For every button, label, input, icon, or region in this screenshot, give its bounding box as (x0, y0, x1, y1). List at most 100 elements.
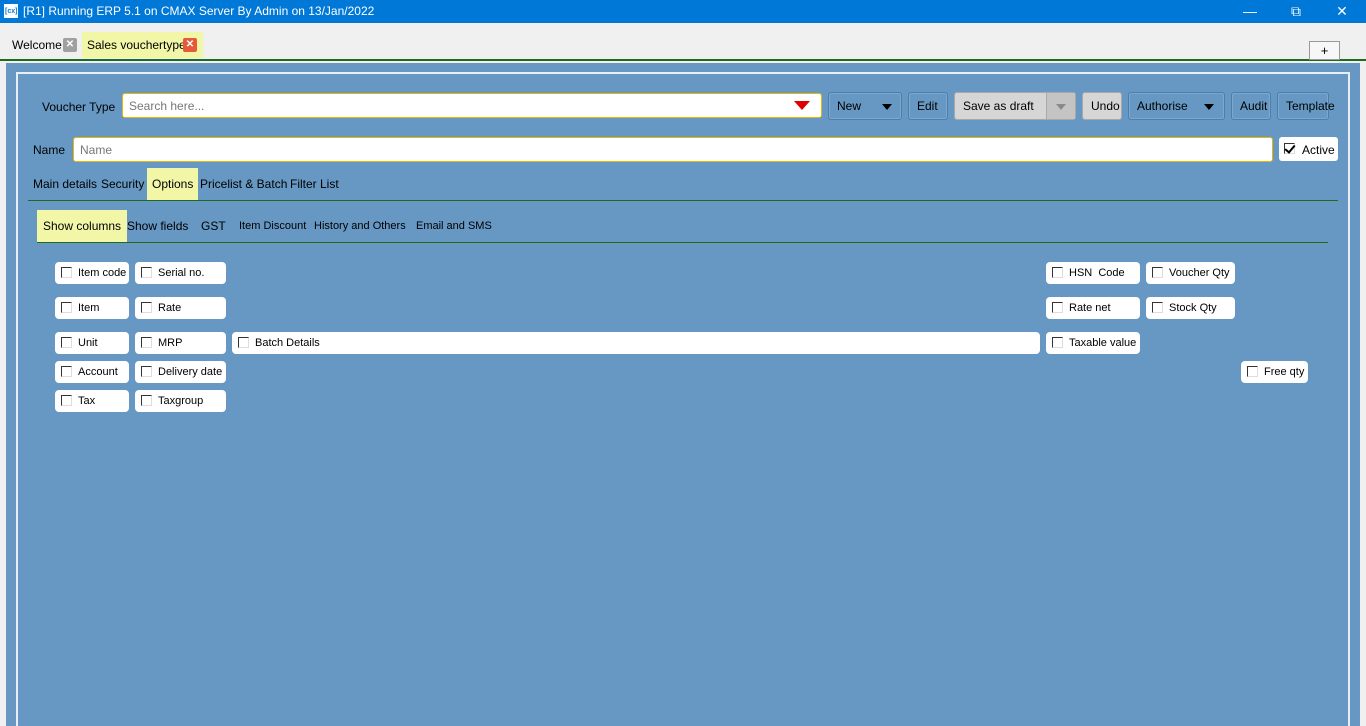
save-options-dropdown[interactable] (1046, 93, 1075, 119)
save-as-draft-label: Save as draft (963, 99, 1034, 113)
subtab-show-fields[interactable]: Show fields (122, 210, 193, 242)
column-item-label: Item (78, 302, 100, 314)
column-tax-label: Tax (78, 395, 96, 407)
column-item[interactable]: Item (55, 297, 129, 319)
column-account[interactable]: Account (55, 361, 129, 383)
undo-button-label: Undo (1091, 99, 1120, 113)
column-account-checkbox[interactable] (61, 366, 72, 377)
subtab-gst[interactable]: GST (196, 210, 231, 242)
chevron-down-icon (1056, 104, 1066, 110)
column-taxable-value[interactable]: Taxable value (1046, 332, 1140, 354)
column-hsn-code[interactable]: HSN Code (1046, 262, 1140, 284)
app-icon: [cx] (4, 4, 18, 18)
column-free-qty-label: Free qty (1264, 366, 1305, 378)
column-batch-details[interactable]: Batch Details (232, 332, 1040, 354)
tab-sales-vouchertype-label: Sales vouchertype (87, 38, 186, 52)
column-rate[interactable]: Rate (135, 297, 226, 319)
subtab-email-sms[interactable]: Email and SMS (411, 210, 497, 242)
column-item-code-label: Item code (78, 267, 127, 279)
tab-sales-vouchertype[interactable]: Sales vouchertype ✕ (82, 32, 203, 58)
column-free-qty-checkbox[interactable] (1247, 366, 1258, 377)
column-rate-net[interactable]: Rate net (1046, 297, 1140, 319)
subtab-show-columns[interactable]: Show columns (37, 210, 128, 242)
column-mrp-checkbox[interactable] (141, 337, 152, 348)
template-button-label: Template (1286, 99, 1335, 113)
column-item-code[interactable]: Item code (55, 262, 129, 284)
column-tax[interactable]: Tax (55, 390, 129, 412)
column-free-qty[interactable]: Free qty (1241, 361, 1308, 383)
minimize-icon[interactable]: — (1227, 0, 1273, 23)
column-rate-label: Rate (158, 302, 182, 314)
tab-pricelist-batch[interactable]: Pricelist & Batch (195, 168, 292, 200)
voucher-type-search-input[interactable] (122, 93, 822, 118)
close-icon[interactable]: ✕ (1319, 0, 1365, 23)
column-unit[interactable]: Unit (55, 332, 129, 354)
column-taxgroup[interactable]: Taxgroup (135, 390, 226, 412)
tab-security[interactable]: Security (96, 168, 149, 200)
column-serial-no[interactable]: Serial no. (135, 262, 226, 284)
restore-icon[interactable]: ⧉ (1273, 0, 1319, 23)
column-item-code-checkbox[interactable] (61, 267, 72, 278)
subtab-history-others[interactable]: History and Others (309, 210, 411, 242)
column-serial-no-checkbox[interactable] (141, 267, 152, 278)
new-button-label: New (837, 99, 862, 113)
voucher-type-label: Voucher Type (42, 100, 116, 114)
undo-button[interactable]: Undo (1082, 92, 1122, 120)
template-button[interactable]: Template (1277, 92, 1335, 120)
tab-welcome[interactable]: Welcome ✕ (7, 32, 79, 58)
active-label: Active (1302, 143, 1335, 157)
name-input[interactable] (73, 137, 1273, 162)
column-voucher-qty[interactable]: Voucher Qty (1146, 262, 1235, 284)
tab-welcome-label: Welcome (12, 38, 62, 52)
edit-button[interactable]: Edit (908, 92, 948, 120)
authorise-button-label: Authorise (1137, 99, 1188, 113)
window-title: [R1] Running ERP 5.1 on CMAX Server By A… (23, 4, 375, 18)
sub-tabs-divider (37, 242, 1328, 243)
column-stock-qty[interactable]: Stock Qty (1146, 297, 1235, 319)
column-delivery-date-checkbox[interactable] (141, 366, 152, 377)
column-hsn-code-checkbox[interactable] (1052, 267, 1063, 278)
column-delivery-date-label: Delivery date (158, 366, 223, 378)
column-stock-qty-checkbox[interactable] (1152, 302, 1163, 313)
column-batch-details-checkbox[interactable] (238, 337, 249, 348)
column-taxable-value-label: Taxable value (1069, 337, 1137, 349)
column-taxable-value-checkbox[interactable] (1052, 337, 1063, 348)
column-rate-net-checkbox[interactable] (1052, 302, 1063, 313)
authorise-button[interactable]: Authorise (1128, 92, 1225, 120)
main-tabs-divider (28, 200, 1338, 201)
column-unit-checkbox[interactable] (61, 337, 72, 348)
close-tab-icon[interactable]: ✕ (183, 38, 197, 52)
column-mrp[interactable]: MRP (135, 332, 226, 354)
tab-filter-list[interactable]: Filter List (285, 168, 344, 200)
column-unit-label: Unit (78, 337, 98, 349)
column-account-label: Account (78, 366, 118, 378)
audit-button-label: Audit (1240, 99, 1268, 113)
column-rate-checkbox[interactable] (141, 302, 152, 313)
active-checkbox[interactable] (1284, 143, 1295, 154)
column-tax-checkbox[interactable] (61, 395, 72, 406)
subtab-item-discount[interactable]: Item Discount (234, 210, 311, 242)
column-item-checkbox[interactable] (61, 302, 72, 313)
column-batch-details-label: Batch Details (255, 337, 320, 349)
column-taxgroup-label: Taxgroup (158, 395, 204, 407)
column-delivery-date[interactable]: Delivery date (135, 361, 226, 383)
save-as-draft-button[interactable]: Save as draft (954, 92, 1076, 120)
new-button[interactable]: New (828, 92, 902, 120)
close-tab-icon[interactable]: ✕ (63, 38, 77, 52)
column-voucher-qty-checkbox[interactable] (1152, 267, 1163, 278)
tab-options[interactable]: Options (147, 168, 199, 200)
active-checkbox-container[interactable]: Active (1279, 137, 1338, 161)
name-label: Name (33, 143, 66, 157)
title-bar: [cx] [R1] Running ERP 5.1 on CMAX Server… (0, 0, 1366, 23)
dropdown-arrow-icon[interactable] (794, 101, 810, 110)
column-hsn-code-label: HSN Code (1069, 267, 1125, 279)
column-mrp-label: MRP (158, 337, 183, 349)
audit-button[interactable]: Audit (1231, 92, 1271, 120)
tab-main-details[interactable]: Main details (28, 168, 102, 200)
edit-button-label: Edit (917, 99, 938, 113)
chevron-down-icon (1204, 104, 1214, 110)
new-tab-button[interactable]: + (1309, 41, 1340, 60)
column-taxgroup-checkbox[interactable] (141, 395, 152, 406)
column-rate-net-label: Rate net (1069, 302, 1111, 314)
document-tab-strip: Welcome ✕ Sales vouchertype ✕ + (0, 23, 1366, 61)
